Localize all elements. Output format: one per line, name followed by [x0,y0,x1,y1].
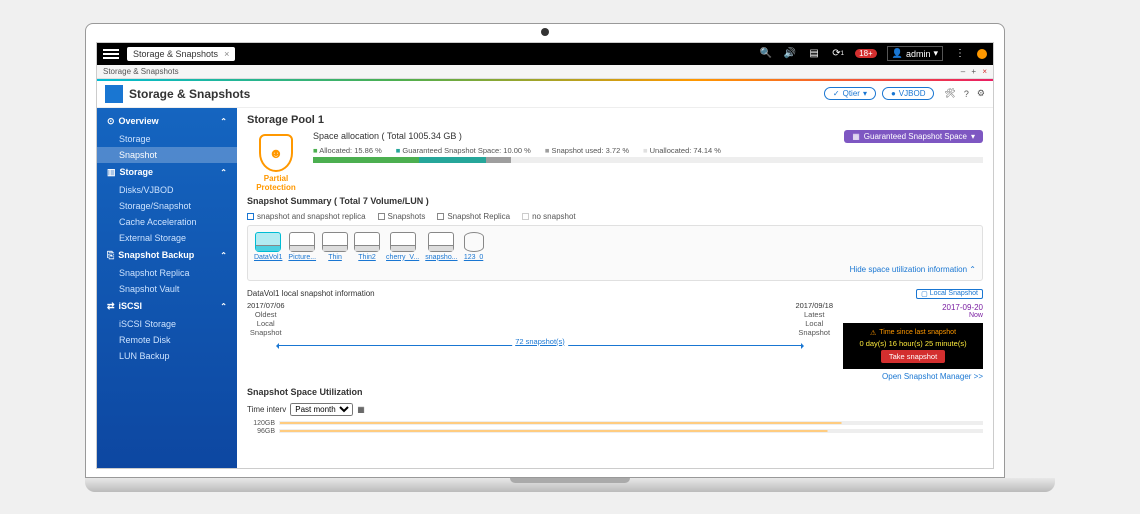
allocation-legend: Allocated: 15.86 % Guaranteed Snapshot S… [313,146,983,155]
window-close[interactable]: × [982,67,987,76]
take-snapshot-button[interactable]: Take snapshot [881,350,945,363]
sidebar-item-storage[interactable]: Storage [97,131,237,147]
interval-label: Time interv [247,405,286,414]
vjbod-button[interactable]: ● VJBOD [882,87,935,100]
hide-utilization-link[interactable]: Hide space utilization information ⌃ [254,265,976,274]
help-icon[interactable] [977,49,987,59]
sidebar-item-iscsi-storage[interactable]: iSCSI Storage [97,316,237,332]
filter-row: snapshot and snapshot replica Snapshots … [247,212,983,221]
summary-title: Snapshot Summary ( Total 7 Volume/LUN ) [247,196,983,206]
volume-box: DataVol1 Picture... Thin Thin2 cherry_V.… [247,225,983,281]
timeline: 72 snapshot(s) [277,339,803,351]
sidebar-item-storagesnap[interactable]: Storage/Snapshot [97,198,237,214]
filter-both[interactable]: snapshot and snapshot replica [247,212,366,221]
disk-icon [322,232,348,252]
protection-label: Partial Protection [247,174,305,192]
volume-icon[interactable]: 🔊 [783,47,797,61]
filter-none[interactable]: no snapshot [522,212,576,221]
sidebar-item-snapshot[interactable]: Snapshot [97,147,237,163]
allocation-title: Space allocation ( Total 1005.34 GB ) [313,131,462,141]
window-maximize[interactable]: + [971,67,976,76]
sidebar-item-lun-backup[interactable]: LUN Backup [97,348,237,364]
disk-icon [390,232,416,252]
warning-icon: ⚠ [870,329,876,337]
tab-title: Storage & Snapshots [133,49,218,59]
sidebar-group-overview[interactable]: ⊙Overview⌃ [97,112,237,131]
sidebar-group-storage[interactable]: ▥Storage⌃ [97,163,237,182]
protection-badge: ☻ Partial Protection [247,134,305,192]
disk-icon [289,232,315,252]
sidebar-group-backup[interactable]: ⎘Snapshot Backup⌃ [97,246,237,265]
user-icon: 👤 [892,48,903,59]
menu-icon[interactable] [103,49,119,59]
disk-icon [428,232,454,252]
sidebar-item-vault[interactable]: Snapshot Vault [97,281,237,297]
gear-icon[interactable]: ⚙ [977,88,985,99]
search-icon[interactable]: 🔍 [759,47,773,61]
refresh-icon[interactable]: ⟳1 [831,47,845,61]
sidebar-item-replica[interactable]: Snapshot Replica [97,265,237,281]
cylinder-icon [464,232,484,252]
filter-replica[interactable]: Snapshot Replica [437,212,510,221]
volume-item[interactable]: 123_0 [464,232,484,261]
more-icon[interactable]: ⋮ [953,47,967,61]
notification-badge[interactable]: 18+ [855,49,877,58]
volume-item[interactable]: snapsho... [425,232,457,261]
pool-title: Storage Pool 1 [247,114,983,126]
window-minimize[interactable]: – [961,67,965,76]
snapshot-count-link[interactable]: 72 snapshot(s) [512,337,568,346]
qtier-button[interactable]: ✓ Qtier ▾ [824,87,876,100]
tool-icon[interactable]: 🛠 [944,88,955,99]
volume-item[interactable]: Thin2 [354,232,380,261]
volume-item[interactable]: cherry_V... [386,232,419,261]
page-title: Storage & Snapshots [129,87,818,101]
guaranteed-space-button[interactable]: ▦ Guaranteed Snapshot Space ▾ [844,130,983,143]
help-icon[interactable]: ? [964,89,969,99]
shield-icon: ☻ [259,134,293,172]
sidebar-item-remote-disk[interactable]: Remote Disk [97,332,237,348]
calendar-icon[interactable]: ▦ [357,405,365,414]
chevron-down-icon: ▾ [933,48,938,59]
breadcrumb: Storage & Snapshots [103,67,179,76]
volume-item[interactable]: DataVol1 [254,232,282,261]
window-tab[interactable]: Storage & Snapshots × [127,47,235,61]
user-menu[interactable]: 👤 admin ▾ [887,46,943,61]
utilization-chart: 120GB 96GB [247,420,983,435]
user-label: admin [906,49,931,59]
dashboard-icon[interactable]: ▤ [807,47,821,61]
volume-item[interactable]: Picture... [288,232,316,261]
sidebar-item-disks[interactable]: Disks/VJBOD [97,182,237,198]
utilization-title: Snapshot Space Utilization [247,387,983,397]
sidebar-item-external[interactable]: External Storage [97,230,237,246]
time-since-panel: ⚠Time since last snapshot 0 day(s) 16 ho… [843,323,983,369]
close-tab-icon[interactable]: × [224,49,229,59]
info-title: DataVol1 local snapshot information [247,289,833,298]
open-manager-link[interactable]: Open Snapshot Manager >> [843,372,983,381]
sidebar-group-iscsi[interactable]: ⇄iSCSI⌃ [97,297,237,316]
allocation-bar [313,157,983,163]
disk-icon [354,232,380,252]
filter-snapshots[interactable]: Snapshots [378,212,426,221]
time-since-value: 0 day(s) 16 hour(s) 25 minute(s) [849,339,977,348]
now-label: Now [843,312,983,319]
app-icon [105,85,123,103]
disk-icon [255,232,281,252]
sidebar: ⊙Overview⌃ Storage Snapshot ▥Storage⌃ Di… [97,108,237,468]
local-snapshot-badge: ▢ Local Snapshot [916,289,983,299]
interval-select[interactable]: Past month [290,403,353,416]
sidebar-item-cache[interactable]: Cache Acceleration [97,214,237,230]
volume-item[interactable]: Thin [322,232,348,261]
now-date: 2017-09-20 [843,303,983,312]
